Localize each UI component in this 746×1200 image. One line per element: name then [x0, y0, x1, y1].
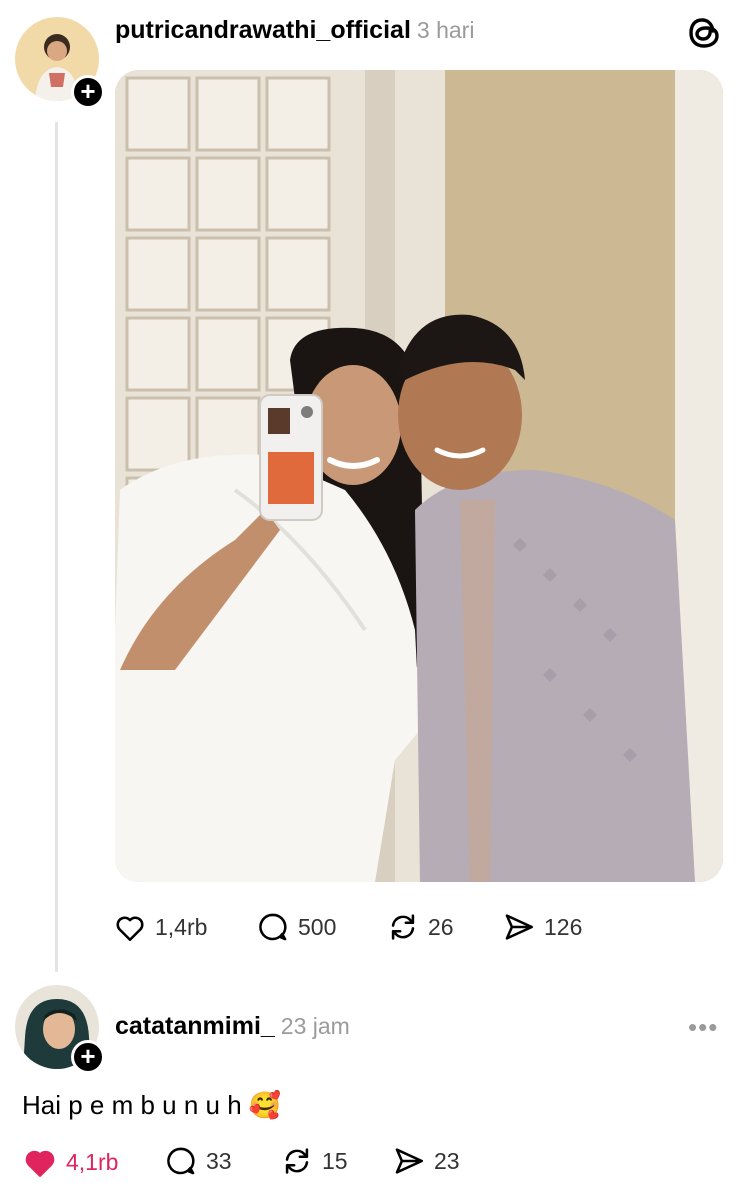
- share-icon: [395, 1148, 424, 1174]
- heart-icon: [116, 916, 144, 942]
- follow-plus-icon[interactable]: +: [71, 75, 105, 109]
- share-icon: [505, 914, 534, 940]
- post-repost-button[interactable]: 26: [386, 910, 454, 944]
- heart-icon: [25, 1150, 55, 1177]
- comment-icon: [259, 913, 287, 941]
- reply-time: 23 jam: [280, 1013, 350, 1039]
- post-reply-count: 500: [298, 913, 337, 940]
- reply-share-count: 23: [434, 1147, 460, 1174]
- reply-share-button[interactable]: 23: [392, 1144, 460, 1178]
- reply-repost-button[interactable]: 15: [280, 1144, 348, 1178]
- more-icon[interactable]: •••: [688, 1012, 718, 1043]
- reply-emoji: 🥰: [248, 1090, 282, 1120]
- reply-author[interactable]: catatanmimi_ 23 jam: [115, 1012, 350, 1041]
- post-share-button[interactable]: 126: [502, 910, 582, 944]
- threads-logo-icon[interactable]: [688, 14, 722, 57]
- post-photo[interactable]: [115, 70, 723, 882]
- post-like-count: 1,4rb: [155, 913, 208, 940]
- repost-icon: [391, 914, 415, 940]
- reply-like-count: 4,1rb: [66, 1148, 119, 1175]
- reply-reply-count: 33: [206, 1147, 232, 1174]
- reply-comment-button[interactable]: 33: [164, 1144, 232, 1178]
- repost-icon: [285, 1148, 309, 1174]
- reply-actions: 4,1rb 33 15 23: [0, 1140, 746, 1184]
- comment-icon: [167, 1147, 195, 1175]
- post-actions: 1,4rb 500 26 126: [0, 906, 746, 950]
- post-like-button[interactable]: 1,4rb: [113, 910, 207, 944]
- reply-like-button[interactable]: 4,1rb: [22, 1144, 118, 1180]
- post-comment-button[interactable]: 500: [256, 910, 336, 944]
- reply-text: Hai p e m b u n u h 🥰: [22, 1090, 281, 1121]
- thread-connector-line: [55, 122, 58, 972]
- post-author[interactable]: putricandrawathi_official 3 hari: [115, 16, 474, 45]
- post-time: 3 hari: [416, 17, 475, 43]
- reply-text-body: Hai p e m b u n u h: [22, 1090, 242, 1120]
- reply-username[interactable]: catatanmimi_: [115, 1012, 275, 1040]
- reply-repost-count: 15: [322, 1147, 348, 1174]
- post-share-count: 126: [544, 913, 583, 940]
- post-repost-count: 26: [428, 913, 454, 940]
- follow-plus-icon[interactable]: +: [71, 1040, 105, 1074]
- post-username[interactable]: putricandrawathi_official: [115, 16, 411, 44]
